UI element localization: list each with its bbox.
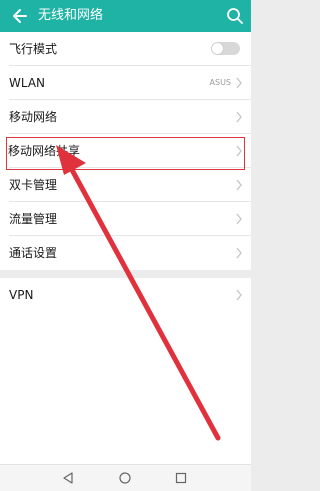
dual-sim-row[interactable]: 双卡管理 — [0, 168, 251, 202]
vpn-label: VPN — [9, 288, 34, 302]
airplane-mode-toggle[interactable] — [211, 42, 240, 55]
back-arrow-icon[interactable] — [10, 6, 30, 26]
chevron-right-icon — [236, 289, 242, 301]
wlan-row[interactable]: WLAN ASUS — [0, 66, 251, 100]
dual-sim-label: 双卡管理 — [9, 178, 58, 192]
data-usage-row[interactable]: 流量管理 — [0, 202, 251, 236]
page-title: 无线和网络 — [38, 8, 104, 23]
chevron-right-icon — [236, 145, 242, 157]
mobile-network-row[interactable]: 移动网络 — [0, 100, 251, 134]
search-icon[interactable] — [225, 6, 245, 26]
call-settings-row[interactable]: 通话设置 — [0, 236, 251, 270]
airplane-mode-row[interactable]: 飞行模式 — [0, 32, 251, 66]
airplane-mode-label: 飞行模式 — [9, 42, 58, 56]
call-settings-label: 通话设置 — [9, 246, 58, 260]
system-nav-bar — [0, 464, 251, 491]
tethering-label: 移动网络共享 — [8, 144, 81, 158]
chevron-right-icon — [236, 111, 242, 123]
vpn-row[interactable]: VPN — [0, 278, 251, 312]
home-circle-icon[interactable] — [118, 471, 132, 485]
toggle-knob — [212, 43, 223, 54]
chevron-right-icon — [236, 213, 242, 225]
chevron-right-icon — [236, 77, 242, 89]
wlan-label: WLAN — [9, 76, 46, 90]
wlan-network-value: ASUS — [209, 78, 231, 87]
chevron-right-icon — [236, 179, 242, 191]
mobile-network-label: 移动网络 — [9, 110, 58, 124]
settings-group-main: 飞行模式 WLAN ASUS 移动网络 移动网络共享 双卡管理 流量管理 通话设… — [0, 32, 251, 270]
data-usage-label: 流量管理 — [9, 212, 58, 226]
tethering-row[interactable]: 移动网络共享 — [0, 134, 251, 168]
recents-square-icon[interactable] — [174, 471, 188, 485]
chevron-right-icon — [236, 247, 242, 259]
back-triangle-icon[interactable] — [61, 471, 75, 485]
empty-content-area — [0, 312, 251, 464]
app-header: 无线和网络 — [0, 0, 251, 32]
settings-group-vpn: VPN — [0, 278, 251, 312]
